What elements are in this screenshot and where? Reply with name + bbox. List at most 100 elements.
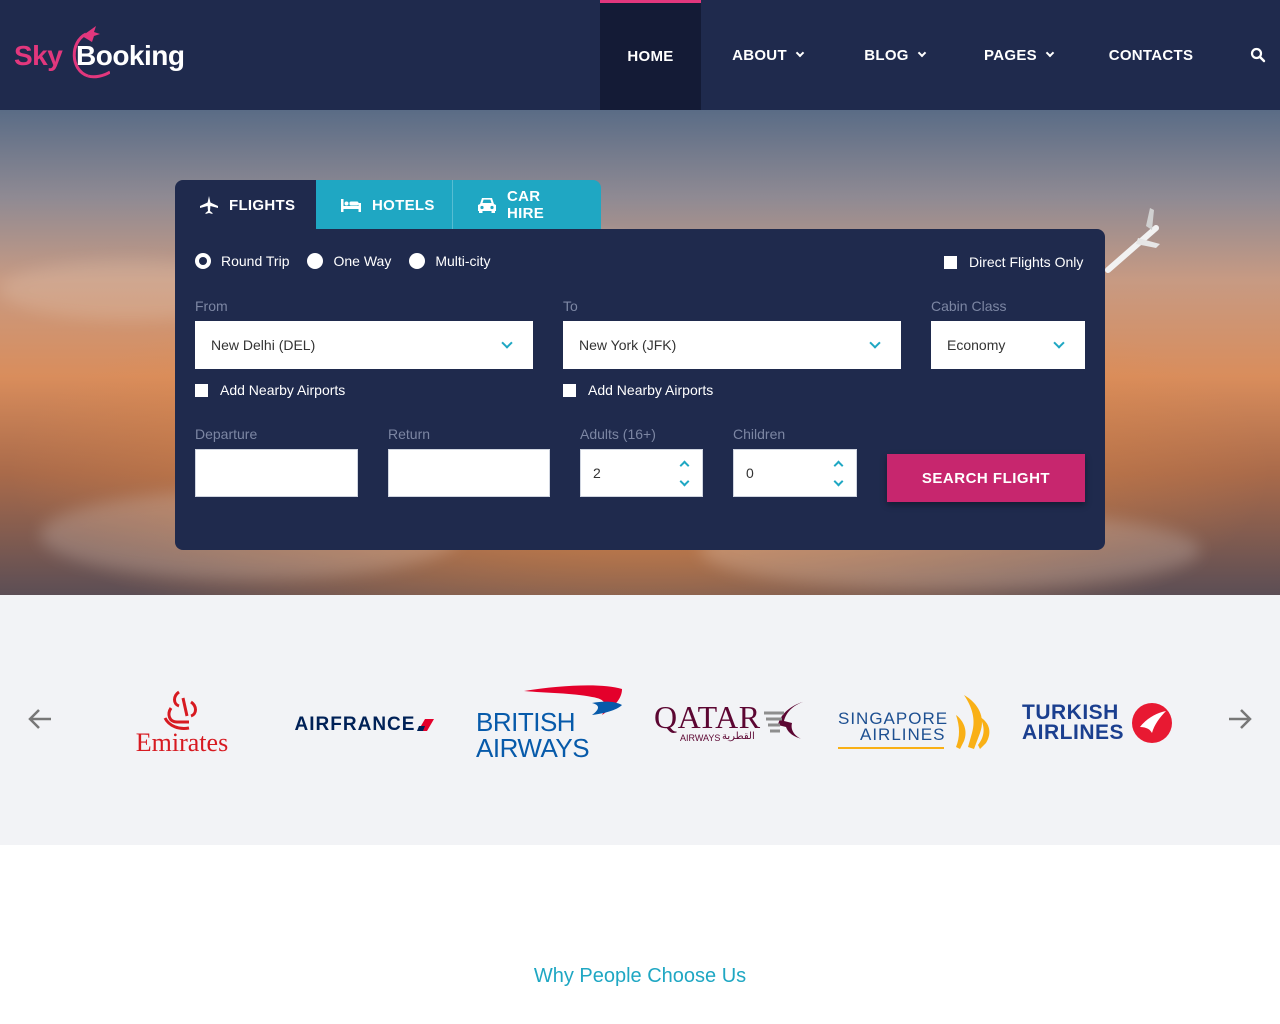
to-value: New York (JFK) [579,337,677,353]
departure-date-input[interactable] [195,449,358,497]
nav-about-label: ABOUT [732,46,787,64]
british-airways-line2: AIRWAYS [476,733,590,763]
radio-unselected-icon [307,253,324,269]
radio-one-way-label: One Way [333,253,392,269]
search-icon[interactable] [1250,47,1266,63]
children-value: 0 [746,465,754,481]
nav-pages[interactable]: PAGES [955,0,1082,110]
chevron-up-icon[interactable] [679,460,690,471]
from-nearby-label: Add Nearby Airports [220,382,346,398]
nav-blog-label: BLOG [864,46,909,64]
partner-logo-qatar-airways[interactable]: QATAR AIRWAYS القطرية [652,693,812,753]
tab-hotels[interactable]: HOTELS [316,180,453,230]
stepper-arrows [832,458,846,490]
radio-multi-city[interactable]: Multi-city [409,253,491,269]
return-date-input[interactable] [388,449,550,497]
adults-label: Adults (16+) [580,426,656,442]
from-select[interactable]: New Delhi (DEL) [195,321,533,369]
chevron-up-icon[interactable] [833,460,844,471]
chevron-down-icon [501,337,513,349]
qatar-sub: AIRWAYS [680,733,721,743]
nav-about[interactable]: ABOUT [701,0,834,110]
airplane-image [1105,208,1160,273]
to-nearby-label: Add Nearby Airports [588,382,714,398]
partner-logo-air-france[interactable]: AIRFRANCE [285,705,445,745]
partner-logo-turkish-airlines[interactable]: TURKISH AIRLINES [1018,695,1178,751]
radio-one-way[interactable]: One Way [307,253,391,269]
partner-logo-emirates[interactable]: Emirates [120,683,244,763]
chevron-down-icon[interactable] [833,476,844,487]
logo-text-booking: Booking [76,40,185,71]
tab-hotels-label: HOTELS [372,196,435,214]
chevron-down-icon [917,48,927,58]
from-label: From [195,298,228,314]
departure-label: Departure [195,426,258,442]
nav-blog[interactable]: BLOG [834,0,955,110]
partner-logo-british-airways[interactable]: BRITISH AIRWAYS [470,683,630,763]
singapore-line2: AIRLINES [860,725,946,744]
adults-stepper[interactable]: 2 [580,449,703,497]
qatar-sub-arabic: القطرية [722,731,755,742]
logo-text-sky: Sky [14,40,63,71]
partner-logo-singapore-airlines[interactable]: SINGAPORE AIRLINES [836,693,996,753]
bed-icon [341,199,361,212]
cabin-class-value: Economy [947,337,1006,353]
direct-flights-label: Direct Flights Only [969,254,1084,270]
british-airways-line1: BRITISH [476,707,576,737]
return-label: Return [388,426,431,442]
cabin-class-select[interactable]: Economy [931,321,1085,369]
tab-car-hire[interactable]: CAR HIRE [453,180,601,230]
sky-booking-logo[interactable]: Sky Booking [14,24,194,84]
booking-tabs: FLIGHTS HOTELS CAR HIRE [175,180,601,230]
turkish-airlines-emblem-icon [1132,703,1172,743]
nav-home[interactable]: HOME [600,0,701,110]
from-nearby-airports-checkbox[interactable]: Add Nearby Airports [195,382,345,398]
cabin-class-label: Cabin Class [931,298,1007,314]
emirates-text: Emirates [135,728,229,757]
tab-flights-label: FLIGHTS [229,196,296,214]
arrow-right-icon[interactable] [1226,705,1254,733]
turkish-line1: TURKISH [1022,701,1119,724]
qatar-oryx-icon [764,701,806,739]
to-select[interactable]: New York (JFK) [563,321,901,369]
tab-car-hire-label: CAR HIRE [507,188,545,222]
stepper-arrows [678,458,692,490]
car-icon [478,198,496,213]
chevron-down-icon [795,48,805,58]
radio-round-trip[interactable]: Round Trip [195,253,289,269]
tab-flights[interactable]: FLIGHTS [175,180,316,230]
direct-flights-checkbox[interactable]: Direct Flights Only [944,254,1083,270]
arrow-left-icon[interactable] [26,705,54,733]
radio-unselected-icon [409,253,426,269]
chevron-down-icon [869,337,881,349]
airline-partners-carousel: Emirates AIRFRANCE BRITISH AIRWAYS QATAR… [0,595,1280,845]
search-flight-button[interactable]: SEARCH FLIGHT [887,454,1085,502]
radio-selected-icon [195,253,211,269]
site-header: Sky Booking HOME ABOUT BLOG PAGES CONTAC… [0,0,1280,110]
checkbox-icon [195,383,208,397]
plane-icon [200,196,218,214]
children-label: Children [733,426,786,442]
nav-contacts[interactable]: CONTACTS [1082,0,1220,110]
nav-pages-label: PAGES [984,46,1037,64]
to-label: To [563,298,578,314]
radio-multi-city-label: Multi-city [435,253,491,269]
air-france-stripe-icon [417,719,435,731]
chevron-down-icon [1045,48,1055,58]
to-nearby-airports-checkbox[interactable]: Add Nearby Airports [563,382,713,398]
singapore-underline [838,747,944,749]
checkbox-icon [563,383,576,397]
from-value: New Delhi (DEL) [211,337,316,353]
trip-type-group: Round Trip One Way Multi-city [195,253,509,269]
radio-round-trip-label: Round Trip [221,253,290,269]
children-stepper[interactable]: 0 [733,449,857,497]
singapore-bird-icon [956,695,990,749]
adults-value: 2 [593,465,601,481]
air-france-text: AIRFRANCE [294,714,416,735]
nav-home-label: HOME [627,48,674,65]
turkish-line2: AIRLINES [1022,721,1125,744]
chevron-down-icon[interactable] [679,476,690,487]
checkbox-icon [944,255,957,269]
why-choose-us-heading: Why People Choose Us [533,965,747,987]
nav-contacts-label: CONTACTS [1108,46,1194,64]
